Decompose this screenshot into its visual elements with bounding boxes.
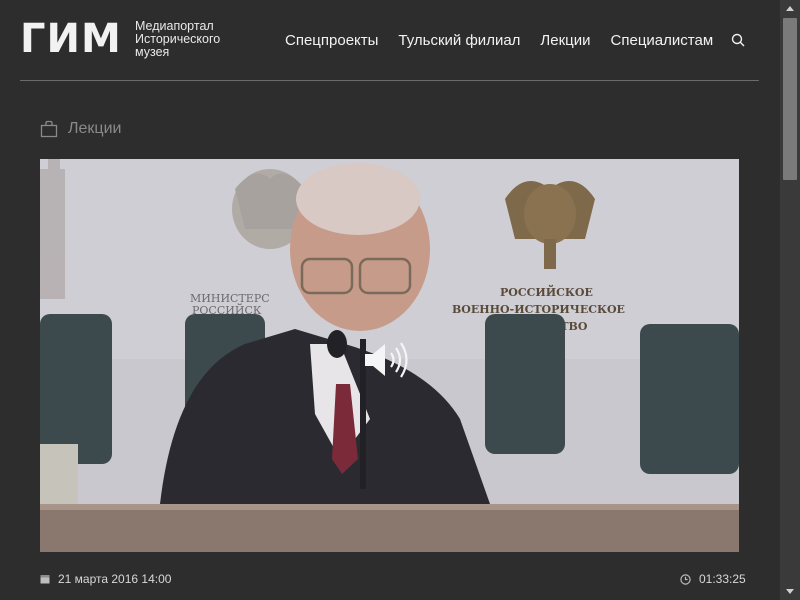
breadcrumb[interactable]: Лекции (40, 120, 121, 138)
breadcrumb-label: Лекции (68, 120, 122, 137)
portal-title-line: музея (135, 45, 170, 59)
scroll-up-arrow-icon[interactable] (780, 0, 800, 17)
nav-item-specialists[interactable]: Специалистам (611, 32, 714, 50)
search-icon[interactable] (731, 33, 745, 47)
bag-icon (40, 120, 58, 138)
nav-item-lectures[interactable]: Лекции (540, 32, 590, 50)
page-scrollbar[interactable] (780, 0, 800, 600)
nav-item-specprojects[interactable]: Спецпроекты (285, 32, 378, 50)
site-header: ГИМ Медиапортал Исторического музея Спец… (20, 0, 759, 81)
duration-text: 01:33:25 (699, 572, 746, 586)
scroll-thumb[interactable] (783, 18, 797, 180)
lecture-duration: 01:33:25 (680, 572, 746, 586)
lecture-date: 21 марта 2016 14:00 (40, 572, 171, 586)
portal-title[interactable]: Медиапортал Исторического музея (135, 20, 245, 59)
calendar-icon (40, 575, 50, 584)
clock-icon (680, 573, 691, 585)
nav-item-tula-branch[interactable]: Тульский филиал (398, 32, 520, 50)
left-building (40, 159, 65, 299)
backdrop-text: РОССИЙСКОЕ (500, 284, 593, 299)
main-nav: Спецпроекты Тульский филиал Лекции Специ… (285, 32, 733, 50)
date-text: 21 марта 2016 14:00 (58, 572, 172, 586)
video-player[interactable]: МИНИСТЕРС РОССИЙСК РОССИЙСКОЕ ВОЕННО-ИСТ… (40, 159, 739, 552)
volume-icon[interactable] (363, 340, 411, 380)
site-logo[interactable]: ГИМ (20, 19, 124, 59)
scroll-down-arrow-icon[interactable] (780, 583, 800, 600)
